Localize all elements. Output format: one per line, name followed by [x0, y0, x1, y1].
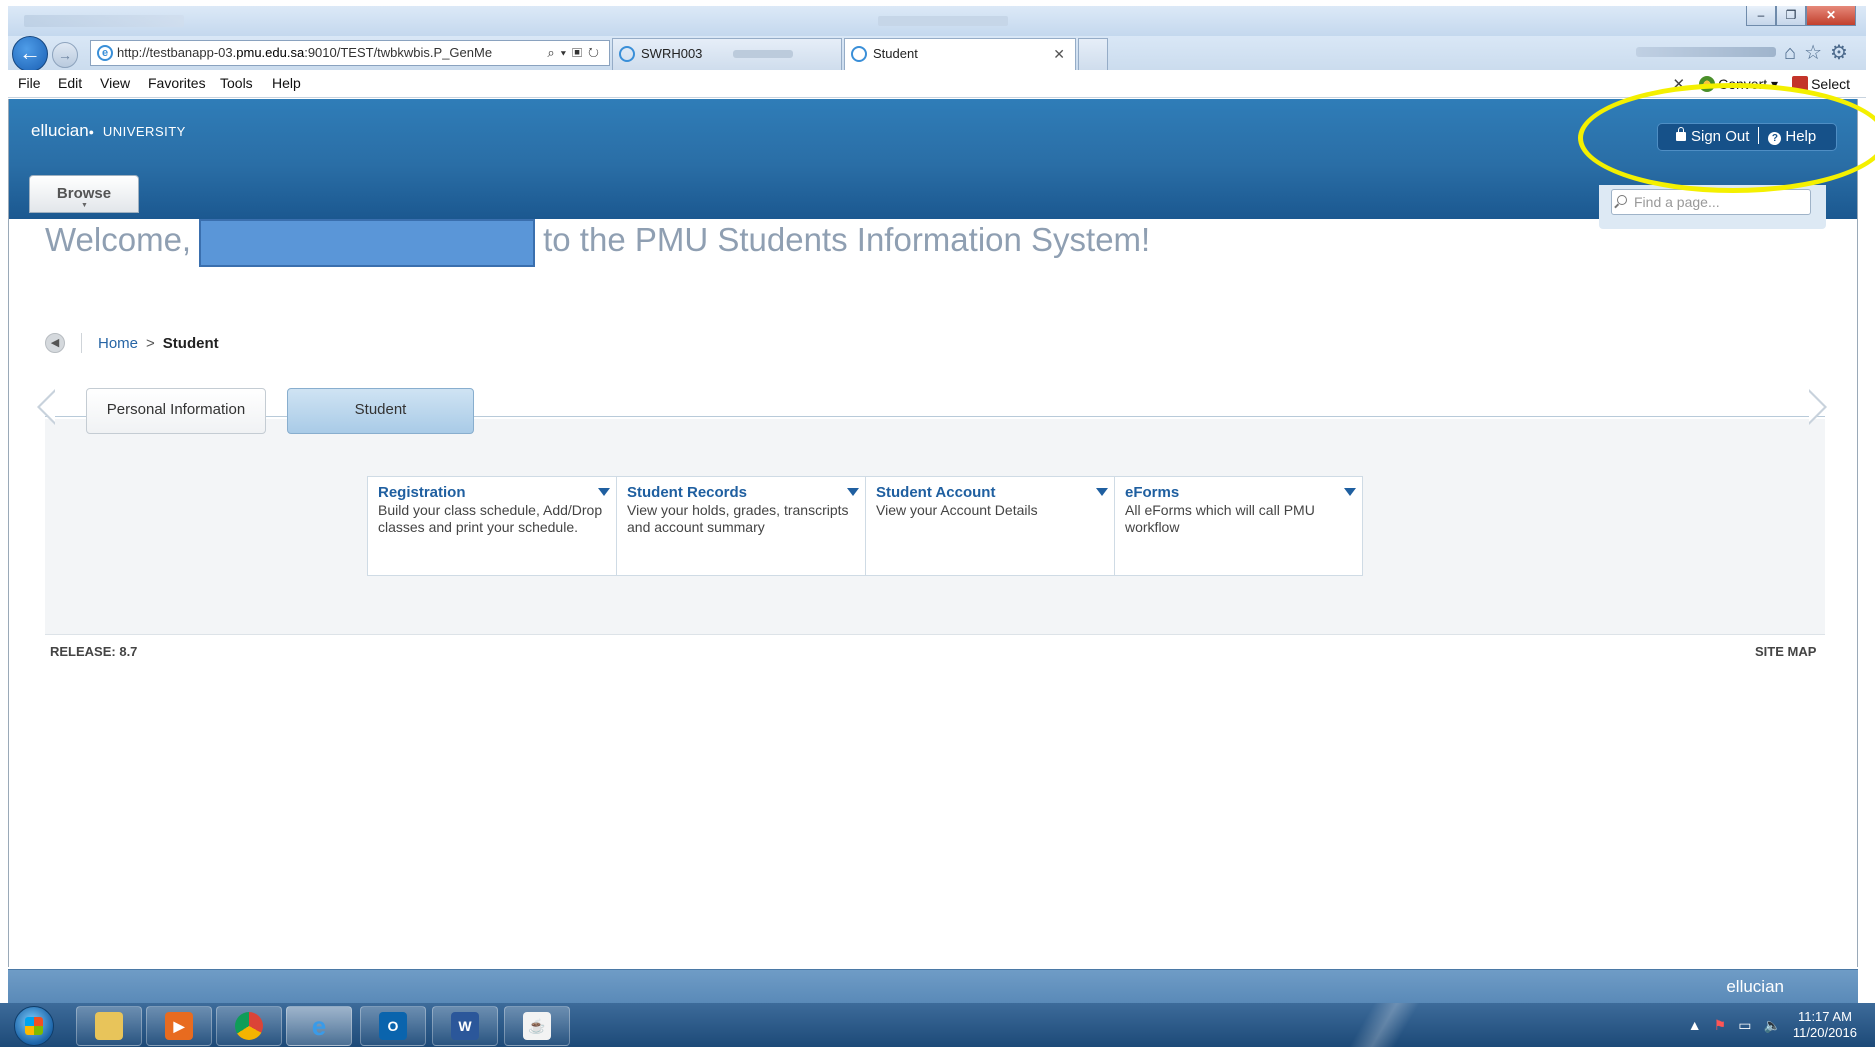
home-favorites-tools-icons[interactable]: ⌂☆⚙: [1784, 40, 1856, 65]
menu-favorites[interactable]: Favorites: [148, 75, 206, 91]
forward-button[interactable]: →: [52, 42, 78, 68]
close-window-button[interactable]: ✕: [1806, 6, 1856, 26]
show-hidden-icons-icon[interactable]: ▲: [1688, 1017, 1702, 1033]
taskbar-chrome[interactable]: [216, 1006, 282, 1046]
tab-blur: [733, 50, 793, 58]
address-domain: pmu.edu.sa: [236, 45, 305, 60]
network-icon[interactable]: ▭: [1738, 1017, 1751, 1034]
address-prefix: http://testbanapp-03.: [117, 45, 237, 60]
ie-icon: e: [311, 1010, 327, 1041]
scroll-left-arrow-icon[interactable]: [37, 389, 55, 425]
system-tray: ▲ ⚑ ▭ 🔈 11:17 AM 11/20/2016: [1688, 1009, 1857, 1041]
media-player-icon: ▶: [165, 1012, 193, 1040]
card-eforms[interactable]: eForms All eForms which will call PMU wo…: [1114, 476, 1363, 576]
breadcrumb-current: Student: [162, 334, 219, 352]
footer-ellucian-logo: ellucian: [1726, 977, 1784, 996]
address-tools-icons[interactable]: ⌕▾▣↻: [543, 41, 605, 65]
taskbar-word[interactable]: W: [432, 1006, 498, 1046]
page-footer: ellucian: [8, 969, 1858, 1003]
window-controls: – ❐ ✕: [1746, 6, 1856, 26]
card-title[interactable]: Student Account: [876, 484, 1104, 501]
tab-label: Student: [873, 46, 918, 61]
ie-tab-icon: [619, 46, 635, 62]
ie-tab-icon: [851, 46, 867, 62]
taskbar-internet-explorer[interactable]: e: [286, 1006, 352, 1046]
card-description: All eForms which will call PMU workflow: [1125, 502, 1315, 535]
scroll-right-arrow-icon[interactable]: [1809, 389, 1827, 425]
card-student-account[interactable]: Student Account View your Account Detail…: [865, 476, 1114, 576]
dropdown-arrow-icon[interactable]: [1096, 488, 1108, 496]
volume-icon[interactable]: 🔈: [1763, 1017, 1780, 1034]
menu-view[interactable]: View: [100, 75, 130, 91]
tab-student[interactable]: Student: [287, 388, 474, 434]
browser-tab-student[interactable]: Student ✕: [844, 38, 1076, 70]
highlight-ellipse: [1578, 83, 1875, 193]
dropdown-arrow-icon[interactable]: [1344, 488, 1356, 496]
dropdown-arrow-icon[interactable]: [847, 488, 859, 496]
browser-menu-bar: File Edit View Favorites Tools Help ✕ Co…: [8, 70, 1866, 98]
restore-button[interactable]: ❐: [1776, 6, 1806, 26]
card-student-records[interactable]: Student Records View your holds, grades,…: [616, 476, 865, 576]
back-arrow-icon[interactable]: ◀: [45, 333, 65, 353]
screen: – ❐ ✕ ← → e http://testbanapp-03.pmu.edu…: [0, 0, 1875, 1047]
menu-tools[interactable]: Tools: [220, 75, 253, 91]
new-tab-button[interactable]: [1078, 38, 1108, 70]
web-page: ellucian● UNIVERSITY Browse ▼ Sign Out? H…: [8, 99, 1858, 967]
card-description: Build your class schedule, Add/Drop clas…: [378, 502, 603, 535]
menu-file[interactable]: File: [18, 75, 41, 91]
java-icon: ☕: [523, 1012, 551, 1040]
address-bar[interactable]: e http://testbanapp-03.pmu.edu.sa:9010/T…: [90, 40, 610, 66]
taskbar-explorer[interactable]: [76, 1006, 142, 1046]
breadcrumb: ◀ Home > Student: [45, 333, 219, 353]
clock[interactable]: 11:17 AM 11/20/2016: [1793, 1009, 1857, 1041]
tab-label: SWRH003: [641, 46, 703, 61]
address-suffix: :9010/TEST/twbkwbis.P_GenMe: [304, 45, 493, 60]
search-icon: [1617, 195, 1627, 205]
browse-button[interactable]: Browse ▼: [29, 175, 139, 213]
browser-tab-swrh003[interactable]: SWRH003: [612, 38, 842, 70]
card-description: View your holds, grades, transcripts and…: [627, 502, 849, 535]
dropdown-arrow-icon[interactable]: [598, 488, 610, 496]
site-map-link[interactable]: SITE MAP: [1755, 644, 1816, 659]
quick-access-toolbar: [24, 15, 184, 27]
card-registration[interactable]: Registration Build your class schedule, …: [367, 476, 616, 576]
close-tab-icon[interactable]: ✕: [1053, 39, 1065, 69]
chrome-icon: [235, 1012, 263, 1040]
chevron-down-icon: ▼: [81, 202, 88, 209]
taskbar-media-player[interactable]: ▶: [146, 1006, 212, 1046]
windows-taskbar: ▶ e O W ☕ ▲ ⚑ ▭ 🔈 11:17 AM 11/20/2016: [0, 1003, 1875, 1047]
minimize-button[interactable]: –: [1746, 6, 1776, 26]
find-page-input[interactable]: Find a page...: [1611, 189, 1811, 215]
card-title[interactable]: eForms: [1125, 484, 1352, 501]
taskbar-java[interactable]: ☕: [504, 1006, 570, 1046]
tab-personal-information[interactable]: Personal Information: [86, 388, 266, 434]
redacted-name: [199, 219, 536, 267]
start-button[interactable]: [14, 1006, 54, 1046]
folder-icon: [95, 1012, 123, 1040]
word-icon: W: [451, 1012, 479, 1040]
action-center-icon[interactable]: ⚑: [1714, 1017, 1727, 1034]
browser-nav-row: ← → e http://testbanapp-03.pmu.edu.sa:90…: [8, 36, 1866, 72]
release-label: RELEASE: 8.7: [50, 644, 138, 659]
back-button[interactable]: ←: [12, 36, 48, 72]
ie-page-icon: e: [97, 45, 113, 61]
menu-cards: Registration Build your class schedule, …: [367, 476, 1363, 576]
taskbar-outlook[interactable]: O: [360, 1006, 426, 1046]
menu-edit[interactable]: Edit: [58, 75, 82, 91]
welcome-heading: Welcome, to the PMU Students Information…: [45, 219, 1150, 267]
menu-help[interactable]: Help: [272, 75, 301, 91]
card-title[interactable]: Registration: [378, 484, 606, 501]
card-title[interactable]: Student Records: [627, 484, 855, 501]
outlook-icon: O: [379, 1012, 407, 1040]
browser-title-bar: – ❐ ✕: [8, 6, 1866, 36]
ellucian-logo[interactable]: ellucian● UNIVERSITY: [31, 121, 186, 141]
breadcrumb-home-link[interactable]: Home: [98, 335, 138, 352]
card-description: View your Account Details: [876, 502, 1038, 518]
user-name-blur: [1636, 47, 1776, 57]
window-title-blur: [878, 16, 1008, 26]
header-banner: ellucian● UNIVERSITY Browse ▼ Sign Out? H…: [9, 99, 1857, 219]
